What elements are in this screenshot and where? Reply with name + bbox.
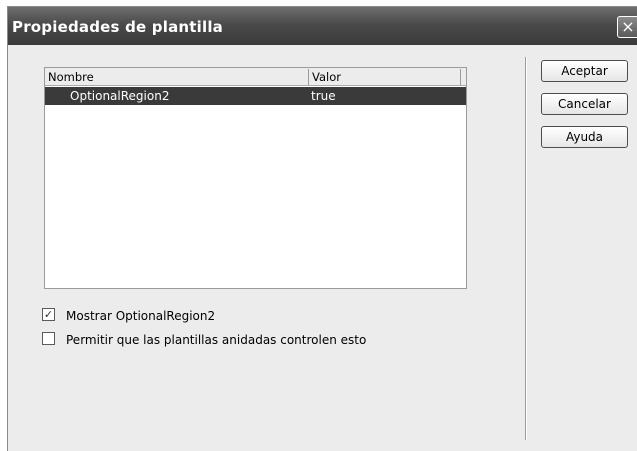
nested-control-label: Permitir que las plantillas anidadas con… xyxy=(66,333,367,347)
column-header-value[interactable]: Valor xyxy=(309,69,461,85)
accept-button[interactable]: Aceptar xyxy=(541,60,628,82)
properties-list[interactable]: Nombre Valor OptionalRegion2 true xyxy=(44,67,467,289)
list-header: Nombre Valor xyxy=(45,68,466,86)
cancel-button[interactable]: Cancelar xyxy=(541,93,628,115)
vertical-divider xyxy=(525,57,527,440)
nested-control-checkbox[interactable] xyxy=(42,332,55,345)
row-value-cell: true xyxy=(311,89,336,103)
template-properties-dialog: Propiedades de plantilla × Nombre Valor … xyxy=(7,6,637,451)
show-region-checkbox[interactable]: ✓ xyxy=(42,308,55,321)
close-icon[interactable]: × xyxy=(617,16,637,38)
row-name-cell: OptionalRegion2 xyxy=(70,89,170,103)
table-row[interactable]: OptionalRegion2 true xyxy=(45,87,466,105)
title-bar[interactable]: Propiedades de plantilla × xyxy=(8,7,637,45)
column-header-name[interactable]: Nombre xyxy=(45,69,309,85)
help-button[interactable]: Ayuda xyxy=(541,126,628,148)
dialog-title: Propiedades de plantilla xyxy=(12,18,223,36)
show-region-label: Mostrar OptionalRegion2 xyxy=(66,309,216,323)
